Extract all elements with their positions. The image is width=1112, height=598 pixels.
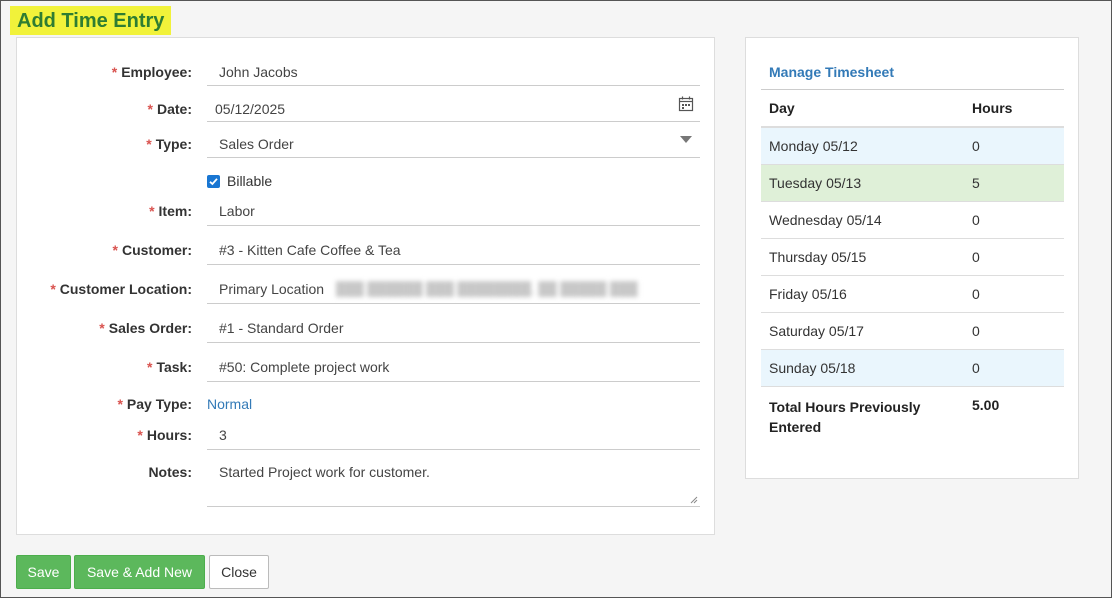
billable-checkbox-wrap[interactable]: Billable xyxy=(207,172,700,190)
table-row: Friday 05/16 0 xyxy=(761,276,1064,313)
table-row: Saturday 05/17 0 xyxy=(761,313,1064,350)
date-row: * Date: 05/12/2025 xyxy=(17,96,716,122)
type-select[interactable]: Sales Order xyxy=(207,130,700,158)
date-field[interactable]: 05/12/2025 xyxy=(207,96,700,122)
save-button[interactable]: Save xyxy=(16,555,71,589)
item-label: Item: xyxy=(158,203,192,219)
table-row: Monday 05/12 0 xyxy=(761,128,1064,165)
required-marker: * xyxy=(112,241,118,258)
hours-row: * Hours: 3 xyxy=(17,420,716,450)
pay-type-label: Pay Type: xyxy=(126,396,192,412)
notes-label: Notes: xyxy=(148,464,192,480)
sales-order-row: * Sales Order: #1 - Standard Order xyxy=(17,313,716,343)
page-title: Add Time Entry xyxy=(10,6,172,35)
required-marker: * xyxy=(146,136,152,152)
required-marker: * xyxy=(117,396,123,412)
item-row: * Item: Labor xyxy=(17,197,716,226)
table-row: Wednesday 05/14 0 xyxy=(761,202,1064,239)
time-entry-form: * Employee: John Jacobs * Date: 05/12/2025… xyxy=(16,37,715,535)
total-hours-label: Total Hours Previously Entered xyxy=(769,399,921,435)
employee-row: * Employee: John Jacobs xyxy=(17,59,716,86)
table-row: Tuesday 05/13 5 xyxy=(761,165,1064,202)
customer-location-field[interactable]: Primary Location ███ ██████ ███ ████████… xyxy=(207,274,700,304)
sales-order-label: Sales Order: xyxy=(108,319,192,336)
hours-column-header: Hours xyxy=(972,100,1013,116)
hours-field[interactable]: 3 xyxy=(207,420,700,450)
billable-row: Billable xyxy=(17,172,716,190)
resize-handle-icon[interactable] xyxy=(690,496,698,504)
pay-type-link[interactable]: Normal xyxy=(207,396,252,412)
checkmark-icon xyxy=(209,177,218,185)
total-hours-row: Total Hours Previously Entered 5.00 xyxy=(761,387,1064,437)
save-add-new-button[interactable]: Save & Add New xyxy=(74,555,205,589)
sales-order-field[interactable]: #1 - Standard Order xyxy=(207,313,700,343)
dropdown-caret-icon[interactable] xyxy=(680,136,692,143)
customer-location-row: * Customer Location: Primary Location ███… xyxy=(17,274,716,304)
timesheet-table: Day Hours Monday 05/12 0 Tuesday 05/13 5… xyxy=(761,89,1064,437)
pay-type-row: * Pay Type: Normal xyxy=(17,395,716,413)
type-label: Type: xyxy=(155,136,192,152)
hours-label: Hours: xyxy=(146,426,192,443)
employee-label: Employee: xyxy=(121,64,192,80)
calendar-icon[interactable] xyxy=(678,96,694,112)
manage-timesheet-link[interactable]: Manage Timesheet xyxy=(769,64,894,80)
task-row: * Task: #50: Complete project work xyxy=(17,352,716,382)
customer-location-label: Customer Location: xyxy=(59,280,192,297)
required-marker: * xyxy=(147,358,153,375)
table-row: Sunday 05/18 0 xyxy=(761,350,1064,387)
billable-label: Billable xyxy=(227,173,273,189)
employee-field[interactable]: John Jacobs xyxy=(207,59,700,86)
timesheet-panel: Manage Timesheet Day Hours Monday 05/12 … xyxy=(745,37,1079,479)
table-row: Thursday 05/15 0 xyxy=(761,239,1064,276)
required-marker: * xyxy=(50,280,56,297)
date-label: Date: xyxy=(156,101,192,117)
customer-field[interactable]: #3 - Kitten Cafe Coffee & Tea xyxy=(207,235,700,265)
required-marker: * xyxy=(111,64,118,80)
close-button[interactable]: Close xyxy=(209,555,269,589)
required-marker: * xyxy=(147,101,153,117)
total-hours-value: 5.00 xyxy=(972,397,1000,413)
item-field[interactable]: Labor xyxy=(207,197,700,226)
timesheet-header-row: Day Hours xyxy=(761,89,1064,128)
pay-type-field: Normal xyxy=(207,395,700,413)
day-column-header: Day xyxy=(769,100,795,116)
required-marker: * xyxy=(137,426,143,443)
task-field[interactable]: #50: Complete project work xyxy=(207,352,700,382)
customer-label: Customer: xyxy=(121,241,192,258)
required-marker: * xyxy=(149,203,155,219)
type-row: * Type: Sales Order xyxy=(17,130,716,158)
redacted-address: ███ ██████ ███ ████████, ██ █████ ███ xyxy=(336,281,638,296)
billable-checkbox[interactable] xyxy=(207,174,220,188)
required-marker: * xyxy=(99,319,105,336)
customer-row: * Customer: #3 - Kitten Cafe Coffee & Tea xyxy=(17,235,716,265)
notes-textarea[interactable]: Started Project work for customer. xyxy=(207,460,700,507)
task-label: Task: xyxy=(156,358,192,375)
